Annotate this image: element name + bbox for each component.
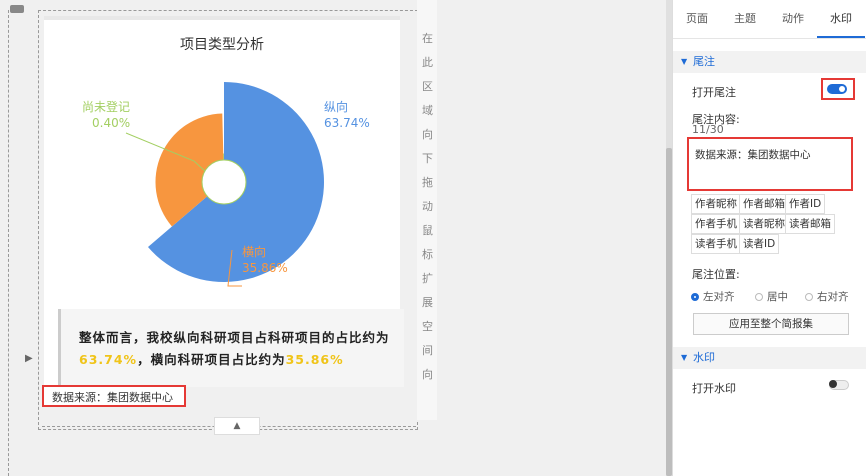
drag-hint-char: 扩	[422, 272, 433, 285]
chip-author-email[interactable]: 作者邮箱	[739, 194, 789, 214]
summary-text: 整体而言，我校纵向科研项目占科研项目的占比约为 63.74%，横向科研项目占比约为…	[79, 327, 399, 371]
drag-hint-char: 间	[422, 344, 433, 357]
chip-reader-nickname[interactable]: 读者昵称	[739, 214, 789, 234]
footnote-char-count: 11/30	[692, 123, 724, 136]
pie-chart[interactable]	[44, 16, 400, 316]
canvas-guide-line	[8, 10, 9, 476]
summary-text-1: 整体而言，我校纵向科研项目占科研项目的占比约为	[79, 330, 390, 345]
toggle-knob	[829, 380, 837, 388]
value-vertical: 63.74%	[324, 116, 370, 130]
tab-page[interactable]: 页面	[673, 0, 721, 38]
collapse-tag-icon[interactable]	[10, 5, 24, 13]
summary-pct-2: 35.86%	[285, 352, 344, 367]
tab-action[interactable]: 动作	[769, 0, 817, 38]
radio-center-label: 居中	[767, 291, 788, 303]
expand-arrow-icon[interactable]: ▶	[25, 353, 33, 364]
settings-panel: 页面 主题 动作 水印 ▼ 尾注 打开尾注 尾注内容: 11/30 数据来源：集…	[672, 0, 866, 476]
chip-author-phone[interactable]: 作者手机	[691, 214, 741, 234]
drag-hint-char: 区	[422, 80, 433, 93]
drag-hint-char: 在	[422, 32, 433, 45]
drag-hint-char: 域	[422, 104, 433, 117]
footnote-toggle[interactable]	[827, 84, 847, 94]
tab-watermark[interactable]: 水印	[817, 0, 865, 38]
radio-icon	[755, 293, 763, 301]
panel-tabs: 页面 主题 动作 水印	[673, 0, 866, 39]
open-footnote-label: 打开尾注	[692, 86, 736, 99]
chip-author-id[interactable]: 作者ID	[785, 194, 826, 214]
summary-text-2: ，横向科研项目占比约为	[137, 352, 286, 367]
footnote-source[interactable]: 数据来源：集团数据中心	[42, 385, 186, 407]
radio-selected-icon	[691, 293, 699, 301]
radio-right-label: 右对齐	[817, 291, 849, 303]
radio-left-label: 左对齐	[703, 291, 735, 303]
footnote-textarea[interactable]: 数据来源：集团数据中心	[687, 137, 853, 191]
drag-hint-char: 拖	[422, 176, 433, 189]
section-watermark[interactable]: ▼ 水印	[673, 347, 866, 369]
radio-icon	[805, 293, 813, 301]
drag-hint-char: 向	[422, 368, 433, 381]
report-canvas: 项目类型分析 尚未登记 0.40% 纵向 63.74% 横向 35.86% 整体…	[0, 0, 672, 476]
chip-author-nickname[interactable]: 作者昵称	[691, 194, 741, 214]
chip-reader-id[interactable]: 读者ID	[739, 234, 780, 254]
summary-pct-1: 63.74%	[79, 352, 138, 367]
chip-reader-email[interactable]: 读者邮箱	[785, 214, 835, 234]
drag-hint-char: 鼠	[422, 224, 433, 237]
chip-reader-phone[interactable]: 读者手机	[691, 234, 741, 254]
radio-center[interactable]: 居中	[755, 289, 788, 304]
drag-hint-char: 向	[422, 128, 433, 141]
resize-handle-icon[interactable]: ▲	[214, 417, 260, 435]
drag-hint-char: 下	[422, 152, 433, 165]
value-horizontal: 35.86%	[242, 261, 288, 275]
apply-all-button[interactable]: 应用至整个简报集	[693, 313, 849, 335]
label-horizontal: 横向	[242, 245, 267, 259]
drag-hint-char: 动	[422, 200, 433, 213]
open-watermark-label: 打开水印	[692, 382, 736, 395]
tab-theme[interactable]: 主题	[721, 0, 769, 38]
position-label: 尾注位置:	[692, 268, 740, 281]
summary-block[interactable]: 整体而言，我校纵向科研项目占科研项目的占比约为 63.74%，横向科研项目占比约为…	[58, 309, 404, 387]
section-footnote[interactable]: ▼ 尾注	[673, 51, 866, 73]
section-footnote-title: 尾注	[693, 55, 715, 68]
caret-down-icon: ▼	[681, 57, 688, 66]
radio-right-align[interactable]: 右对齐	[805, 289, 849, 304]
watermark-toggle[interactable]	[829, 380, 849, 390]
toggle-knob	[839, 86, 845, 92]
drag-hint-char: 展	[422, 296, 433, 309]
drag-hint-char: 空	[422, 320, 433, 333]
section-watermark-title: 水印	[693, 351, 715, 364]
value-unregistered: 0.40%	[92, 116, 131, 130]
pie-center-hole	[201, 159, 247, 205]
label-vertical: 纵向	[324, 100, 349, 114]
radio-left-align[interactable]: 左对齐	[691, 289, 735, 304]
label-unregistered: 尚未登记	[82, 100, 131, 114]
card-top-border	[44, 16, 400, 20]
drag-hint-char: 标	[422, 248, 433, 261]
drag-hint-char: 此	[422, 56, 433, 69]
caret-down-icon: ▼	[681, 353, 688, 362]
